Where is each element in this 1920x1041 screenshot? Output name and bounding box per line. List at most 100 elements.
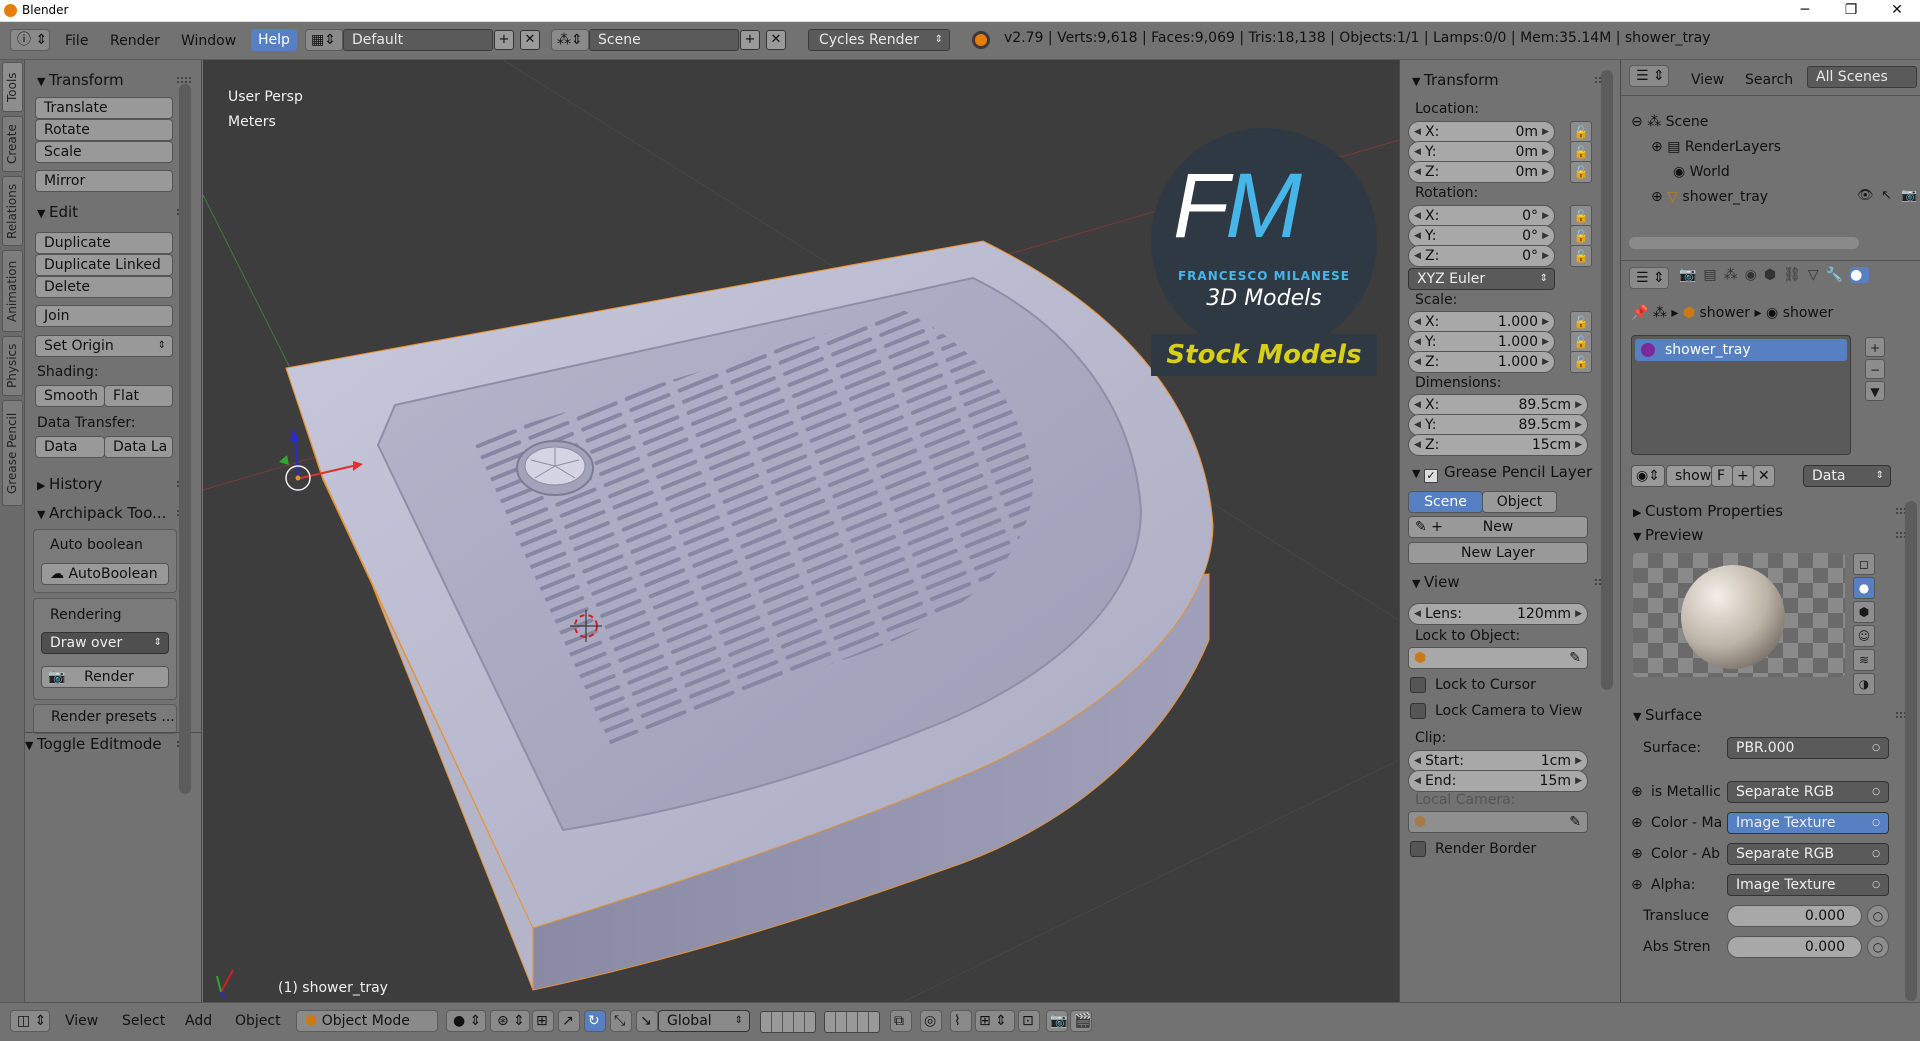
layers-grid-b[interactable] (824, 1011, 880, 1033)
scale-y-field[interactable]: ◀ Y: 1.000 ▶ (1408, 331, 1555, 353)
preview-hair-icon[interactable]: ≋ (1853, 649, 1875, 671)
selectable-cursor-icon[interactable]: ↖ (1881, 188, 1892, 203)
mirror-button[interactable]: Mirror (35, 170, 173, 192)
lock-cursor-checkbox[interactable] (1410, 677, 1426, 693)
collapse-icon[interactable]: ⊖ (1631, 114, 1647, 130)
tab-animation[interactable]: Animation (2, 250, 23, 332)
draw-over-dropdown[interactable]: Draw over ⇕ (41, 632, 169, 654)
outliner-row-renderlayers[interactable]: ⊕ ▤ RenderLayers (1651, 137, 1781, 157)
view-panel-header[interactable]: ▼ View (1400, 570, 1619, 594)
clip-end-field[interactable]: ◀ End: 15m ▶ (1408, 770, 1588, 792)
location-x-field[interactable]: ◀ X: 0m ▶ (1408, 121, 1555, 143)
material-name-field[interactable]: show (1666, 465, 1712, 487)
gp-new-layer-button[interactable]: New Layer (1408, 542, 1588, 564)
surface-header[interactable]: ▼ Surface (1621, 703, 1920, 727)
object-menu[interactable]: Object (235, 1013, 281, 1029)
rotate-manipulator-icon[interactable]: ↻ (584, 1010, 606, 1032)
drag-grip-icon[interactable] (177, 77, 191, 83)
gp-object-button[interactable]: Object (1482, 491, 1557, 513)
autoboolean-button[interactable]: ☁ AutoBoolean (41, 563, 169, 585)
render-engine-select[interactable]: Cycles Render ⇕ (808, 29, 950, 51)
outliner-editor-type-button[interactable]: ☰ ⇕ (1629, 65, 1669, 87)
properties-scrollbar[interactable] (1905, 501, 1917, 1001)
expand-icon[interactable]: ⊕ (1651, 189, 1667, 205)
snap-toggle-icon[interactable]: ⌇ (950, 1010, 972, 1032)
snap-element-icon[interactable]: ⊞ ⇕ (975, 1010, 1015, 1032)
edit-panel-header[interactable]: ▼ Edit (25, 200, 201, 224)
scale-z-field[interactable]: ◀ Z: 1.000 ▶ (1408, 351, 1555, 373)
transform-panel-header[interactable]: ▼ Transform (25, 68, 201, 92)
preview-flat-icon[interactable]: ◻ (1853, 553, 1875, 575)
close-button[interactable]: ✕ (1874, 0, 1920, 22)
data-layout-button[interactable]: Data La (104, 436, 173, 458)
socket-icon[interactable]: ⊕ (1631, 877, 1643, 893)
custom-properties-header[interactable]: ▶ Custom Properties (1621, 499, 1920, 523)
lock-icon[interactable]: 🔓 (1570, 311, 1592, 333)
preview-monkey-icon[interactable]: ☺ (1853, 625, 1875, 647)
input-color-ab-select[interactable]: Separate RGB ○ (1727, 843, 1889, 865)
duplicate-linked-button[interactable]: Duplicate Linked (35, 254, 173, 276)
tab-tools[interactable]: Tools (2, 62, 23, 112)
flat-button[interactable]: Flat (104, 385, 173, 407)
tab-grease-pencil[interactable]: Grease Pencil (2, 400, 23, 506)
interaction-mode-select[interactable]: ⬢ Object Mode (296, 1010, 438, 1032)
gp-scene-button[interactable]: Scene (1408, 491, 1483, 513)
rotation-z-field[interactable]: ◀ Z: 0° ▶ (1408, 245, 1555, 267)
pivot-point-button[interactable]: ⊛ ⇕ (490, 1010, 530, 1032)
unlink-material-icon[interactable]: ✕ (1753, 465, 1775, 487)
eyedropper-icon[interactable]: ✎ (1569, 648, 1581, 668)
grease-pencil-header[interactable]: ▼ ✓ Grease Pencil Layer (1400, 460, 1619, 484)
lens-field[interactable]: ◀ Lens: 120mm ▶ (1408, 603, 1588, 625)
scale-x-field[interactable]: ◀ X: 1.000 ▶ (1408, 311, 1555, 333)
toggle-editmode-header[interactable]: ▼ Toggle Editmode (25, 732, 201, 756)
preview-world-icon[interactable]: ◑ (1853, 673, 1875, 695)
preview-cube-icon[interactable]: ⬢ (1853, 601, 1875, 623)
3d-view-editor-type-button[interactable]: ◫ ⇕ (10, 1010, 50, 1032)
remove-scene-icon[interactable]: ✕ (766, 30, 786, 50)
abs-strength-slider[interactable]: 0.000 (1727, 936, 1862, 958)
transform-orientation-select[interactable]: Global ⇕ (658, 1010, 750, 1032)
outliner-row-scene[interactable]: ⊖ ⁂ Scene (1631, 112, 1708, 132)
remove-screen-icon[interactable]: ✕ (520, 30, 540, 50)
screen-layout-field[interactable]: Default (343, 29, 493, 51)
render-camera-icon[interactable]: 📷 (1901, 188, 1917, 203)
rotate-button[interactable]: Rotate (35, 119, 173, 141)
add-scene-icon[interactable]: + (740, 30, 760, 50)
dimension-x-field[interactable]: ◀ X: 89.5cm ▶ (1408, 394, 1588, 416)
menu-file[interactable]: File (65, 30, 88, 52)
input-color-ma-select[interactable]: Image Texture ○ (1727, 812, 1889, 834)
socket-icon[interactable]: ⊕ (1631, 784, 1643, 800)
preview-header[interactable]: ▼ Preview (1621, 523, 1920, 547)
material-slot-item[interactable]: shower_tray (1635, 339, 1847, 361)
scene-icon-button[interactable]: ⁂⇕ (551, 29, 589, 51)
gp-new-button[interactable]: ✎ + New (1408, 516, 1588, 538)
location-y-field[interactable]: ◀ Y: 0m ▶ (1408, 141, 1555, 163)
combined-manipulator-icon[interactable]: ↘ (636, 1010, 658, 1032)
input-metallic-select[interactable]: Separate RGB ○ (1727, 781, 1889, 803)
delete-button[interactable]: Delete (35, 276, 173, 298)
scale-button[interactable]: Scale (35, 141, 173, 163)
menu-window[interactable]: Window (181, 30, 236, 52)
socket-link-icon[interactable]: ○ (1867, 905, 1889, 927)
add-menu[interactable]: Add (185, 1013, 212, 1029)
fake-user-button[interactable]: F (1711, 465, 1733, 487)
duplicate-button[interactable]: Duplicate (35, 232, 173, 254)
outliner-view-menu[interactable]: View (1691, 69, 1724, 91)
render-opengl-icon[interactable]: 📷 (1046, 1010, 1068, 1032)
local-camera-field[interactable]: ⬢ ✎ (1408, 811, 1588, 833)
visibility-eye-icon[interactable]: 👁 (1857, 188, 1874, 203)
data-transfer-button[interactable]: Data (35, 436, 105, 458)
translate-manipulator-icon[interactable]: ↗ (558, 1010, 580, 1032)
history-panel-header[interactable]: ▶ History (25, 472, 201, 496)
smooth-button[interactable]: Smooth (35, 385, 105, 407)
lock-icon[interactable]: 🔓 (1570, 331, 1592, 353)
tool-shelf-scrollbar[interactable] (179, 84, 191, 794)
editor-type-info-button[interactable]: ⓘ ⇕ (10, 29, 50, 51)
outliner-row-shower-tray[interactable]: ⊕ ▽ shower_tray (1651, 187, 1768, 207)
render-presets-label[interactable]: Render presets ... (51, 709, 175, 725)
dimension-z-field[interactable]: ◀ Z: 15cm ▶ (1408, 434, 1588, 456)
link-data-select[interactable]: Data ⇕ (1803, 465, 1891, 487)
lock-icon[interactable]: 🔓 (1570, 121, 1592, 143)
tab-relations[interactable]: Relations (2, 176, 23, 246)
pin-icon[interactable]: 📌 (1631, 305, 1653, 321)
